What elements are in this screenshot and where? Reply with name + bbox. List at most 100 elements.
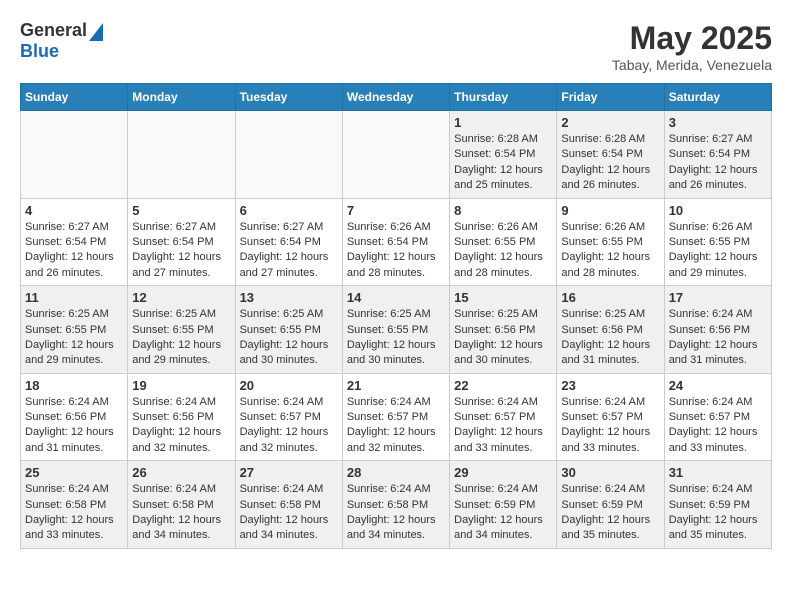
sunrise-text: Sunrise: 6:26 AM	[454, 220, 552, 235]
day-info: Sunrise: 6:25 AMSunset: 6:55 PMDaylight:…	[25, 307, 123, 369]
sunrise-text: Sunrise: 6:25 AM	[561, 307, 659, 322]
sunrise-text: Sunrise: 6:24 AM	[669, 395, 767, 410]
day-info: Sunrise: 6:28 AMSunset: 6:54 PMDaylight:…	[561, 132, 659, 194]
daylight-hours: Daylight: 12 hours and 30 minutes.	[347, 338, 445, 369]
day-number: 7	[347, 203, 445, 218]
week-row-4: 18Sunrise: 6:24 AMSunset: 6:56 PMDayligh…	[21, 373, 772, 461]
sunrise-text: Sunrise: 6:24 AM	[561, 395, 659, 410]
page-header: General Blue May 2025 Tabay, Merida, Ven…	[20, 20, 772, 73]
day-info: Sunrise: 6:26 AMSunset: 6:54 PMDaylight:…	[347, 220, 445, 282]
sunset-text: Sunset: 6:55 PM	[454, 235, 552, 250]
weekday-header-row: SundayMondayTuesdayWednesdayThursdayFrid…	[21, 84, 772, 111]
daylight-hours: Daylight: 12 hours and 32 minutes.	[132, 425, 230, 456]
day-info: Sunrise: 6:25 AMSunset: 6:55 PMDaylight:…	[240, 307, 338, 369]
calendar-cell	[342, 111, 449, 199]
calendar-cell: 18 Sunrise: 6:24 AMSunset: 6:56 PMDayligh…	[21, 373, 128, 461]
sunset-text: Sunset: 6:59 PM	[454, 498, 552, 513]
day-info: Sunrise: 6:24 AMSunset: 6:58 PMDaylight:…	[347, 482, 445, 544]
logo-triangle-icon	[89, 23, 103, 41]
sunrise-text: Sunrise: 6:27 AM	[669, 132, 767, 147]
sunset-text: Sunset: 6:55 PM	[347, 323, 445, 338]
day-info: Sunrise: 6:24 AMSunset: 6:57 PMDaylight:…	[669, 395, 767, 457]
day-number: 30	[561, 465, 659, 480]
sunset-text: Sunset: 6:58 PM	[240, 498, 338, 513]
calendar-cell	[235, 111, 342, 199]
calendar-cell: 28 Sunrise: 6:24 AMSunset: 6:58 PMDayligh…	[342, 461, 449, 549]
sunset-text: Sunset: 6:56 PM	[454, 323, 552, 338]
day-info: Sunrise: 6:26 AMSunset: 6:55 PMDaylight:…	[454, 220, 552, 282]
daylight-hours: Daylight: 12 hours and 33 minutes.	[561, 425, 659, 456]
daylight-hours: Daylight: 12 hours and 33 minutes.	[454, 425, 552, 456]
logo: General Blue	[20, 20, 103, 62]
day-number: 20	[240, 378, 338, 393]
sunrise-text: Sunrise: 6:25 AM	[132, 307, 230, 322]
sunrise-text: Sunrise: 6:24 AM	[669, 307, 767, 322]
day-number: 12	[132, 290, 230, 305]
daylight-hours: Daylight: 12 hours and 31 minutes.	[669, 338, 767, 369]
calendar-cell: 30Sunrise: 6:24 AMSunset: 6:59 PMDayligh…	[557, 461, 664, 549]
sunrise-text: Sunrise: 6:24 AM	[25, 395, 123, 410]
sunrise-text: Sunrise: 6:24 AM	[25, 482, 123, 497]
calendar-cell: 15Sunrise: 6:25 AMSunset: 6:56 PMDayligh…	[450, 286, 557, 374]
day-info: Sunrise: 6:24 AMSunset: 6:56 PMDaylight:…	[25, 395, 123, 457]
day-number: 10	[669, 203, 767, 218]
day-info: Sunrise: 6:24 AMSunset: 6:57 PMDaylight:…	[347, 395, 445, 457]
sunset-text: Sunset: 6:57 PM	[240, 410, 338, 425]
day-info: Sunrise: 6:27 AMSunset: 6:54 PMDaylight:…	[25, 220, 123, 282]
logo-general: General	[20, 20, 87, 40]
calendar-cell: 11 Sunrise: 6:25 AMSunset: 6:55 PMDayligh…	[21, 286, 128, 374]
daylight-hours: Daylight: 12 hours and 31 minutes.	[25, 425, 123, 456]
daylight-hours: Daylight: 12 hours and 32 minutes.	[240, 425, 338, 456]
day-number: 22	[454, 378, 552, 393]
daylight-hours: Daylight: 12 hours and 33 minutes.	[669, 425, 767, 456]
sunset-text: Sunset: 6:56 PM	[132, 410, 230, 425]
daylight-hours: Daylight: 12 hours and 30 minutes.	[240, 338, 338, 369]
day-number: 2	[561, 115, 659, 130]
sunrise-text: Sunrise: 6:26 AM	[347, 220, 445, 235]
daylight-hours: Daylight: 12 hours and 29 minutes.	[132, 338, 230, 369]
weekday-header-wednesday: Wednesday	[342, 84, 449, 111]
daylight-hours: Daylight: 12 hours and 33 minutes.	[25, 513, 123, 544]
daylight-hours: Daylight: 12 hours and 27 minutes.	[132, 250, 230, 281]
day-info: Sunrise: 6:24 AMSunset: 6:58 PMDaylight:…	[132, 482, 230, 544]
day-number: 1	[454, 115, 552, 130]
calendar-cell: 24Sunrise: 6:24 AMSunset: 6:57 PMDayligh…	[664, 373, 771, 461]
day-number: 11	[25, 290, 123, 305]
sunrise-text: Sunrise: 6:24 AM	[347, 395, 445, 410]
weekday-header-saturday: Saturday	[664, 84, 771, 111]
day-info: Sunrise: 6:24 AMSunset: 6:57 PMDaylight:…	[454, 395, 552, 457]
day-number: 21	[347, 378, 445, 393]
day-number: 14	[347, 290, 445, 305]
sunrise-text: Sunrise: 6:24 AM	[347, 482, 445, 497]
day-number: 9	[561, 203, 659, 218]
sunrise-text: Sunrise: 6:26 AM	[669, 220, 767, 235]
calendar-cell: 4Sunrise: 6:27 AMSunset: 6:54 PMDaylight…	[21, 198, 128, 286]
calendar-cell: 1 Sunrise: 6:28 AMSunset: 6:54 PMDaylight…	[450, 111, 557, 199]
sunrise-text: Sunrise: 6:27 AM	[240, 220, 338, 235]
calendar-cell: 14Sunrise: 6:25 AMSunset: 6:55 PMDayligh…	[342, 286, 449, 374]
day-number: 8	[454, 203, 552, 218]
day-number: 26	[132, 465, 230, 480]
day-number: 18	[25, 378, 123, 393]
sunset-text: Sunset: 6:54 PM	[454, 147, 552, 162]
day-info: Sunrise: 6:24 AMSunset: 6:57 PMDaylight:…	[561, 395, 659, 457]
sunrise-text: Sunrise: 6:24 AM	[132, 395, 230, 410]
calendar-cell: 27Sunrise: 6:24 AMSunset: 6:58 PMDayligh…	[235, 461, 342, 549]
day-info: Sunrise: 6:28 AMSunset: 6:54 PMDaylight:…	[454, 132, 552, 194]
sunrise-text: Sunrise: 6:24 AM	[454, 395, 552, 410]
sunset-text: Sunset: 6:56 PM	[561, 323, 659, 338]
daylight-hours: Daylight: 12 hours and 35 minutes.	[561, 513, 659, 544]
calendar-cell: 26 Sunrise: 6:24 AMSunset: 6:58 PMDayligh…	[128, 461, 235, 549]
day-info: Sunrise: 6:24 AMSunset: 6:58 PMDaylight:…	[25, 482, 123, 544]
sunset-text: Sunset: 6:57 PM	[454, 410, 552, 425]
calendar-cell: 29Sunrise: 6:24 AMSunset: 6:59 PMDayligh…	[450, 461, 557, 549]
day-number: 28	[347, 465, 445, 480]
calendar-cell: 17Sunrise: 6:24 AMSunset: 6:56 PMDayligh…	[664, 286, 771, 374]
sunrise-text: Sunrise: 6:28 AM	[561, 132, 659, 147]
day-info: Sunrise: 6:27 AMSunset: 6:54 PMDaylight:…	[240, 220, 338, 282]
sunrise-text: Sunrise: 6:24 AM	[240, 482, 338, 497]
calendar-cell: 16Sunrise: 6:25 AMSunset: 6:56 PMDayligh…	[557, 286, 664, 374]
day-number: 3	[669, 115, 767, 130]
sunset-text: Sunset: 6:54 PM	[669, 147, 767, 162]
sunset-text: Sunset: 6:58 PM	[347, 498, 445, 513]
